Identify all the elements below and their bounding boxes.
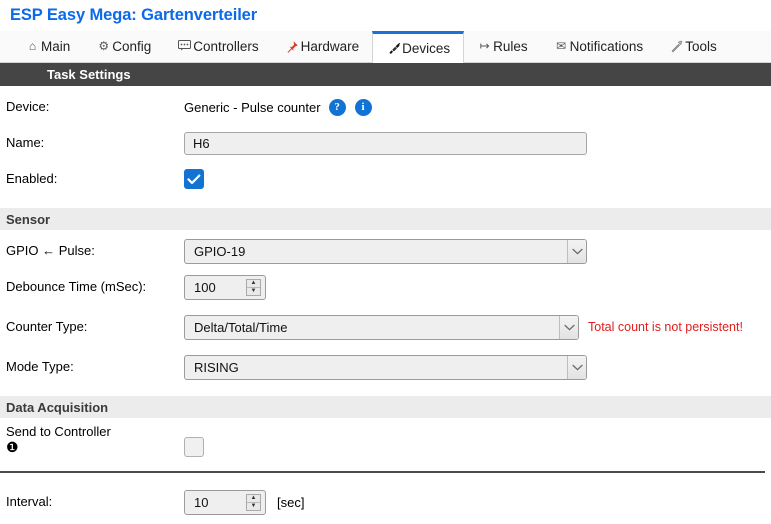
name-field-group: H6 <box>184 131 587 155</box>
tab-devices[interactable]: Devices <box>372 31 465 63</box>
stepper-buttons[interactable]: ▲ ▼ <box>246 278 261 296</box>
row-device: Device: Generic - Pulse counter ? i <box>0 92 771 122</box>
titlebar: ESP Easy Mega: Gartenverteiler <box>0 0 771 31</box>
counter-type-field-group: Delta/Total/Time Total count is not pers… <box>184 314 743 340</box>
data-acquisition-title: Data Acquisition <box>6 399 109 415</box>
send-to-controller-field-group <box>184 437 204 457</box>
mode-type-select[interactable]: RISING <box>184 354 587 380</box>
chat-icon <box>177 40 192 53</box>
stepper-up-icon[interactable]: ▲ <box>247 495 260 503</box>
tab-hardware[interactable]: Hardware <box>272 31 373 62</box>
interval-stepper[interactable]: 10 ▲ ▼ <box>184 489 266 515</box>
gpio-label: GPIO ← Pulse: <box>6 242 95 258</box>
tab-tools[interactable]: Tools <box>656 31 730 62</box>
debounce-field-group: 100 ▲ ▼ <box>184 274 266 300</box>
tab-rules[interactable]: ↦ Rules <box>464 31 541 62</box>
counter-type-warning: Total count is not persistent! <box>588 320 743 334</box>
wrench-icon <box>669 40 684 53</box>
enabled-checkbox[interactable] <box>184 169 204 189</box>
enabled-field-group <box>184 169 204 189</box>
tab-notifications[interactable]: ✉ Notifications <box>541 31 657 62</box>
gpio-select-value: GPIO-19 <box>194 243 246 259</box>
tab-hardware-label: Hardware <box>300 38 360 54</box>
debounce-stepper[interactable]: 100 ▲ ▼ <box>184 274 266 300</box>
row-gpio: GPIO ← Pulse: GPIO-19 <box>0 236 771 266</box>
gear-icon: ⚙ <box>98 39 110 53</box>
gpio-field-group: GPIO-19 <box>184 238 587 264</box>
row-interval: Interval: 10 ▲ ▼ [sec] <box>0 487 771 517</box>
name-label: Name: <box>6 134 45 150</box>
tab-main[interactable]: ⌂ Main <box>12 31 83 62</box>
send-to-controller-checkbox[interactable] <box>184 437 204 457</box>
debounce-value: 100 <box>194 279 216 295</box>
sensor-title: Sensor <box>6 211 51 227</box>
send-to-controller-label: Send to Controller <box>6 424 111 439</box>
interval-unit: [sec] <box>277 494 305 510</box>
envelope-icon: ✉ <box>556 39 567 53</box>
task-settings-title: Task Settings <box>47 67 131 82</box>
row-send-to-controller: Send to Controller ❶ <box>0 424 771 457</box>
tab-controllers-label: Controllers <box>193 38 259 54</box>
interval-value: 10 <box>194 494 209 510</box>
chevron-down-icon <box>567 355 586 379</box>
info-icon[interactable]: i <box>354 98 372 116</box>
mode-type-value: RISING <box>194 359 239 375</box>
device-value: Generic - Pulse counter <box>184 99 321 115</box>
chevron-down-icon <box>559 315 578 339</box>
help-icon[interactable]: ? <box>328 98 346 116</box>
arrow-icon: ↦ <box>479 39 490 53</box>
interval-label: Interval: <box>6 493 53 509</box>
gpio-select[interactable]: GPIO-19 <box>184 238 587 264</box>
row-enabled: Enabled: <box>0 164 771 194</box>
plug-icon <box>386 42 401 55</box>
home-icon: ⌂ <box>28 39 37 53</box>
stepper-buttons[interactable]: ▲ ▼ <box>246 493 261 511</box>
stepper-up-icon[interactable]: ▲ <box>247 280 260 288</box>
row-debounce: Debounce Time (mSec): 100 ▲ ▼ <box>0 272 771 302</box>
tab-tools-label: Tools <box>685 38 717 54</box>
task-settings-header: Task Settings <box>0 63 771 86</box>
data-acquisition-header: Data Acquisition <box>0 396 771 418</box>
mode-type-label: Mode Type: <box>6 358 74 374</box>
tab-controllers[interactable]: Controllers <box>164 31 271 62</box>
enabled-label: Enabled: <box>6 170 58 186</box>
tab-main-label: Main <box>41 38 71 54</box>
counter-type-value: Delta/Total/Time <box>194 319 288 335</box>
tab-devices-label: Devices <box>402 40 451 56</box>
row-mode-type: Mode Type: RISING <box>0 352 771 382</box>
pushpin-icon <box>285 40 300 53</box>
chevron-down-icon <box>567 239 586 263</box>
device-label: Device: <box>6 98 50 114</box>
tab-rules-label: Rules <box>493 38 528 54</box>
tab-bar: ⌂ Main ⚙ Config Controllers Hardware Dev… <box>0 31 771 63</box>
row-name: Name: H6 <box>0 128 771 158</box>
debounce-label: Debounce Time (mSec): <box>6 278 147 294</box>
counter-type-select[interactable]: Delta/Total/Time <box>184 314 579 340</box>
sensor-header: Sensor <box>0 208 771 230</box>
device-value-group: Generic - Pulse counter ? i <box>184 98 372 116</box>
check-icon <box>187 174 201 184</box>
counter-type-label: Counter Type: <box>6 318 88 334</box>
stepper-down-icon[interactable]: ▼ <box>247 288 260 295</box>
controller-index-badge: ❶ <box>6 439 19 456</box>
send-to-controller-label-group: Send to Controller ❶ <box>6 424 184 457</box>
tab-config[interactable]: ⚙ Config <box>83 31 164 62</box>
name-input[interactable]: H6 <box>184 131 587 155</box>
mode-type-field-group: RISING <box>184 354 587 380</box>
tab-config-label: Config <box>112 38 152 54</box>
row-counter-type: Counter Type: Delta/Total/Time Total cou… <box>0 312 771 342</box>
stepper-down-icon[interactable]: ▼ <box>247 503 260 510</box>
tab-notifications-label: Notifications <box>569 38 644 54</box>
page-title: ESP Easy Mega: Gartenverteiler <box>10 6 258 24</box>
interval-field-group: 10 ▲ ▼ [sec] <box>184 489 305 515</box>
